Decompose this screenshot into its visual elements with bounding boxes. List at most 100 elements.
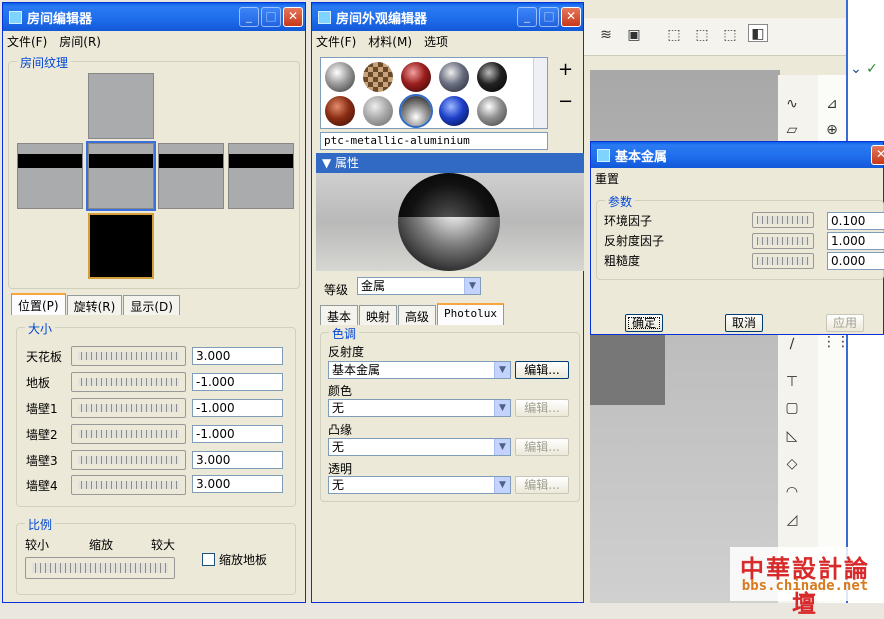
- display-icon[interactable]: ▣: [624, 26, 644, 44]
- close-button[interactable]: ✕: [561, 7, 581, 27]
- wall4-slider[interactable]: [71, 475, 186, 495]
- material-name-field[interactable]: ptc-metallic-aluminium: [320, 132, 548, 150]
- floor-slider[interactable]: [71, 372, 186, 392]
- material-swatch[interactable]: [477, 96, 507, 126]
- tab-position[interactable]: 位置(P): [11, 293, 66, 315]
- apply-button[interactable]: 应用: [826, 314, 864, 332]
- extrude-icon[interactable]: ⊤: [782, 373, 802, 391]
- wall1-value[interactable]: -1.000: [192, 399, 283, 417]
- close-button[interactable]: ✕: [871, 145, 884, 165]
- material-swatch[interactable]: [439, 62, 469, 92]
- dialog-title: 基本金属: [615, 149, 668, 165]
- basic-metal-titlebar[interactable]: 基本金属 ✕: [591, 142, 884, 168]
- add-material-button[interactable]: +: [558, 59, 573, 80]
- shaded-cube-icon[interactable]: ◧: [748, 24, 768, 42]
- close-button[interactable]: ✕: [283, 7, 303, 27]
- curve-icon[interactable]: ∿: [782, 95, 802, 113]
- menu-file[interactable]: 文件(F): [7, 33, 47, 50]
- wall4-value[interactable]: 3.000: [192, 475, 283, 493]
- menu-material[interactable]: 材料(M): [368, 33, 412, 50]
- datum-point-icon[interactable]: ⊿: [822, 95, 842, 113]
- tab-photolux[interactable]: Photolux: [437, 303, 505, 325]
- wall-texture-1[interactable]: [17, 143, 83, 209]
- minimize-button[interactable]: _: [517, 7, 537, 27]
- tab-display[interactable]: 显示(D): [123, 295, 180, 315]
- color-select[interactable]: 无 ▼: [328, 399, 511, 417]
- wall-texture-4[interactable]: [228, 143, 294, 209]
- material-swatch[interactable]: [439, 96, 469, 126]
- reflectance-factor-slider[interactable]: [752, 233, 814, 249]
- roughness-slider[interactable]: [752, 253, 814, 269]
- axis-icon[interactable]: ⊕: [822, 121, 842, 139]
- sketch-icon[interactable]: ∕: [782, 335, 802, 353]
- material-swatch[interactable]: [325, 62, 355, 92]
- tab-rotate[interactable]: 旋转(R): [66, 295, 123, 315]
- ok-button[interactable]: 确定: [625, 314, 663, 332]
- appearance-editor-titlebar[interactable]: 房间外观编辑器 _ □ ✕: [312, 3, 583, 31]
- wall3-value[interactable]: 3.000: [192, 451, 283, 469]
- reflectance-edit-button[interactable]: 编辑...: [515, 361, 569, 379]
- shell-icon[interactable]: ▢: [782, 399, 802, 417]
- roughness-value[interactable]: 0.000: [827, 252, 884, 270]
- plane-icon[interactable]: ▱: [782, 121, 802, 139]
- pattern-icon[interactable]: ⋮⋮: [822, 333, 850, 351]
- rib-icon[interactable]: ◇: [782, 455, 802, 473]
- chamfer-icon[interactable]: ◿: [782, 511, 802, 529]
- bump-select[interactable]: 无 ▼: [328, 438, 511, 456]
- wall-texture-3[interactable]: [158, 143, 224, 209]
- cancel-button[interactable]: 取消: [725, 314, 763, 332]
- room-editor-titlebar[interactable]: 房间编辑器 _ □ ✕: [3, 3, 305, 31]
- floor-texture[interactable]: [88, 213, 154, 279]
- wall2-value[interactable]: -1.000: [192, 425, 283, 443]
- view-cube-icon[interactable]: ⬚: [720, 26, 740, 44]
- scale-label: 缩放: [89, 538, 114, 552]
- ceiling-value[interactable]: 3.000: [192, 347, 283, 365]
- tab-basic[interactable]: 基本: [320, 305, 359, 325]
- draft-icon[interactable]: ◺: [782, 427, 802, 445]
- ambient-factor-slider[interactable]: [752, 212, 814, 228]
- check-icon[interactable]: ✓: [862, 60, 882, 78]
- properties-header[interactable]: ▼ 属性: [316, 153, 584, 173]
- wall1-slider[interactable]: [71, 398, 186, 418]
- color-edit-button[interactable]: 编辑...: [515, 399, 569, 417]
- bump-label: 凸缘: [328, 423, 353, 437]
- remove-material-button[interactable]: −: [558, 91, 573, 112]
- minimize-button[interactable]: _: [239, 7, 259, 27]
- menu-room[interactable]: 房间(R): [59, 33, 101, 50]
- material-swatch-selected[interactable]: [399, 94, 433, 128]
- ceiling-texture[interactable]: [88, 73, 154, 139]
- maximize-button[interactable]: □: [539, 7, 559, 27]
- material-swatch[interactable]: [401, 62, 431, 92]
- wall3-slider[interactable]: [71, 450, 186, 470]
- reflectance-select[interactable]: 基本金属 ▼: [328, 361, 511, 379]
- transparency-edit-button[interactable]: 编辑...: [515, 476, 569, 494]
- maximize-button[interactable]: □: [261, 7, 281, 27]
- wall-texture-2[interactable]: [86, 141, 156, 211]
- round-icon[interactable]: ◠: [782, 483, 802, 501]
- menu-reset[interactable]: 重置: [595, 170, 619, 187]
- material-swatch[interactable]: [325, 96, 355, 126]
- reflectance-factor-value[interactable]: 1.000: [827, 232, 884, 250]
- layers-icon[interactable]: ≋: [596, 26, 616, 44]
- material-swatch[interactable]: [477, 62, 507, 92]
- material-swatch[interactable]: [363, 96, 393, 126]
- tab-mapping[interactable]: 映射: [359, 305, 398, 325]
- scale-floor-checkbox[interactable]: [202, 553, 215, 566]
- transparency-select[interactable]: 无 ▼: [328, 476, 511, 494]
- menu-options[interactable]: 选项: [424, 33, 448, 50]
- floor-value[interactable]: -1.000: [192, 373, 283, 391]
- ceiling-slider[interactable]: [71, 346, 186, 366]
- ambient-factor-value[interactable]: 0.100: [827, 212, 884, 230]
- palette-scrollbar[interactable]: [533, 58, 547, 128]
- menubar: 文件(F) 房间(R): [3, 31, 305, 51]
- grade-select[interactable]: 金属 ▼: [357, 277, 481, 295]
- menu-file[interactable]: 文件(F): [316, 33, 356, 50]
- view-cube-icon[interactable]: ⬚: [692, 26, 712, 44]
- bump-edit-button[interactable]: 编辑...: [515, 438, 569, 456]
- scale-slider[interactable]: [25, 557, 175, 579]
- view-cube-icon[interactable]: ⬚: [664, 26, 684, 44]
- tab-advanced[interactable]: 高级: [398, 305, 437, 325]
- wall2-slider[interactable]: [71, 424, 186, 444]
- watermark-url: bbs.chinade.net: [741, 578, 869, 594]
- material-swatch[interactable]: [363, 62, 393, 92]
